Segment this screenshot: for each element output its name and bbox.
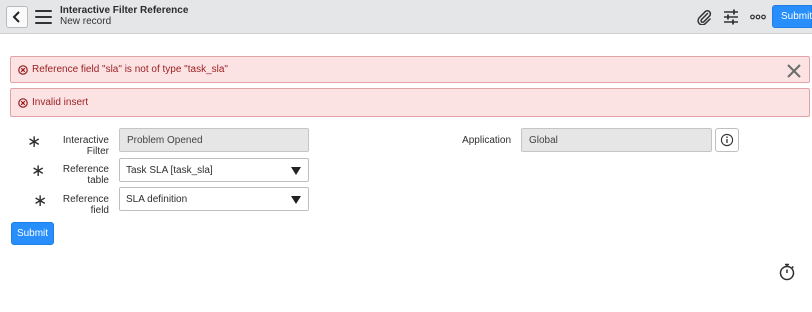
application-info-button[interactable] <box>715 128 739 152</box>
personalize-form-button[interactable] <box>722 8 740 26</box>
attachment-button[interactable] <box>695 8 713 26</box>
stopwatch-icon[interactable] <box>778 263 796 281</box>
submit-button[interactable]: Submit <box>11 222 54 245</box>
close-icon[interactable] <box>787 64 801 78</box>
reference-table-value: Task SLA [task_sla] <box>126 164 213 176</box>
hamburger-menu-icon[interactable] <box>35 10 52 24</box>
dropdown-caret-icon <box>291 196 301 204</box>
reference-field-select[interactable]: SLA definition <box>119 187 309 211</box>
reference-table-label: Reference table <box>62 164 109 186</box>
reference-field-label: Reference field <box>62 194 109 216</box>
form-header: Interactive Filter Reference New record … <box>0 0 812 34</box>
page-title: Interactive Filter Reference <box>60 5 189 16</box>
reference-table-select[interactable]: Task SLA [task_sla] <box>119 158 309 182</box>
chevron-left-icon <box>12 11 20 23</box>
application-field[interactable]: Global <box>521 128 712 152</box>
alert-message: Invalid insert <box>32 97 89 108</box>
reference-field-value: SLA definition <box>126 193 188 205</box>
sliders-icon <box>724 9 738 25</box>
error-circle-icon <box>18 97 28 108</box>
back-button[interactable] <box>6 6 28 28</box>
error-circle-icon <box>18 64 28 75</box>
info-icon <box>720 133 734 147</box>
more-options-icon <box>750 14 766 20</box>
interactive-filter-label: Interactive Filter <box>62 135 109 157</box>
header-submit-button[interactable]: Submit <box>772 5 812 28</box>
interactive-filter-field[interactable]: Problem Opened <box>119 128 309 152</box>
paperclip-icon <box>697 10 712 25</box>
error-alert: Invalid insert <box>10 88 810 117</box>
alert-message: Reference field "sla" is not of type "ta… <box>32 64 228 75</box>
error-alert: Reference field "sla" is not of type "ta… <box>10 56 810 83</box>
dropdown-caret-icon <box>291 167 301 175</box>
more-options-button[interactable] <box>749 8 767 26</box>
application-label: Application <box>462 135 511 146</box>
page-subtitle: New record <box>60 16 112 27</box>
